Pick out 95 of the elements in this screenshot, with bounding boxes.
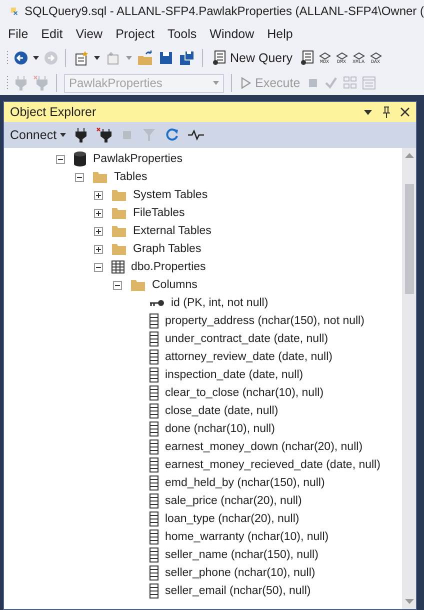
expander-icon[interactable] <box>56 154 65 164</box>
cube-icon <box>352 52 365 60</box>
column-icon <box>149 367 159 383</box>
document-icon <box>212 50 226 66</box>
column-icon <box>149 457 159 473</box>
back-icon[interactable] <box>14 51 28 65</box>
cube-icon <box>370 52 382 60</box>
scrollbar[interactable] <box>402 148 416 609</box>
expander-icon[interactable] <box>94 208 103 218</box>
tree-item[interactable]: property_address (nchar(150), not null) <box>165 315 364 327</box>
close-icon[interactable] <box>400 107 410 117</box>
column-icon <box>149 331 159 347</box>
activity-icon[interactable] <box>188 129 204 141</box>
caret-icon <box>60 133 66 137</box>
plug-icon[interactable] <box>74 127 87 143</box>
connect-button[interactable]: Connect <box>10 128 66 142</box>
tree-item[interactable]: id (PK, int, not null) <box>171 297 268 309</box>
tree-item[interactable]: sale_price (nchar(20), null) <box>165 495 302 507</box>
tree-item[interactable]: clear_to_close (nchar(10), null) <box>165 387 324 399</box>
tree-item[interactable]: done (nchar(10), null) <box>165 423 275 435</box>
column-icon <box>149 475 159 491</box>
column-icon <box>149 493 159 509</box>
column-icon <box>149 565 159 581</box>
tree-item[interactable]: seller_email (nchar(50), null) <box>165 585 311 597</box>
tree-item[interactable]: under_contract_date (date, null) <box>165 333 328 345</box>
menu-item[interactable]: Project <box>112 26 164 40</box>
play-icon <box>241 77 251 89</box>
expander-icon[interactable] <box>94 244 103 254</box>
tree-item[interactable]: dbo.Properties <box>131 261 206 273</box>
column-icon <box>149 439 159 455</box>
caret-icon[interactable] <box>33 56 39 60</box>
tree-item[interactable]: loan_type (nchar(20), null) <box>165 513 300 525</box>
tree-item[interactable]: External Tables <box>133 225 212 237</box>
column-icon <box>149 547 159 563</box>
document-icon[interactable] <box>300 50 314 66</box>
menu-item[interactable]: View <box>72 26 112 40</box>
expander-icon[interactable] <box>94 190 103 200</box>
table-icon <box>111 260 125 274</box>
tree-item[interactable]: attorney_review_date (date, null) <box>165 351 332 363</box>
tree-item[interactable]: home_warranty (nchar(10), null) <box>165 531 329 543</box>
tree-item[interactable]: seller_phone (nchar(10), null) <box>165 567 316 579</box>
tree-item[interactable]: emd_held_by (nchar(150), null) <box>165 477 325 489</box>
cube-icon <box>318 52 331 60</box>
database-icon <box>73 151 87 167</box>
tree-item[interactable]: earnest_money_recieved_date (date, null) <box>165 459 380 471</box>
column-icon <box>149 403 159 419</box>
save-all-icon[interactable] <box>179 50 195 66</box>
open-folder-icon[interactable] <box>137 50 153 66</box>
folder-icon <box>130 278 146 292</box>
window-title: SQLQuery9.sql - ALLANL-SFP4.PawlakProperties (ALLANL-SFP4\Owner ( <box>24 4 424 18</box>
menu-item[interactable]: Window <box>206 26 264 40</box>
tree-item[interactable]: close_date (date, null) <box>165 405 278 417</box>
new-project-icon[interactable] <box>73 50 89 66</box>
pin-icon[interactable] <box>381 106 391 118</box>
caret-icon <box>213 81 219 85</box>
expander-icon[interactable] <box>94 226 103 236</box>
save-icon[interactable] <box>158 50 174 66</box>
caret-icon[interactable] <box>94 56 100 60</box>
column-icon <box>149 313 159 329</box>
tree-item[interactable]: earnest_money_down (nchar(20), null) <box>165 441 363 453</box>
tree-item[interactable]: seller_name (nchar(150), null) <box>165 549 318 561</box>
scroll-thumb[interactable] <box>404 184 414 294</box>
menu-item[interactable]: Edit <box>37 26 72 40</box>
menu-item[interactable]: Tools <box>163 26 206 40</box>
folder-icon <box>111 206 127 220</box>
panel-title: Object Explorer <box>10 105 98 119</box>
expander-icon[interactable] <box>113 280 122 290</box>
folder-icon <box>111 188 127 202</box>
column-icon <box>149 349 159 365</box>
tree-item[interactable]: PawlakProperties <box>93 153 182 165</box>
key-icon <box>149 298 165 308</box>
tree-item[interactable]: Graph Tables <box>133 243 202 255</box>
caret-icon[interactable] <box>364 110 372 114</box>
tree-item[interactable]: System Tables <box>133 189 208 201</box>
menu-item[interactable]: Help <box>263 26 302 40</box>
folder-icon <box>92 170 108 184</box>
folder-icon <box>111 224 127 238</box>
column-icon <box>149 511 159 527</box>
refresh-icon[interactable] <box>164 128 179 142</box>
new-query-button[interactable]: New Query <box>210 50 295 66</box>
checkmark-icon[interactable] <box>324 76 338 90</box>
column-icon <box>149 529 159 545</box>
tree-item[interactable]: Columns <box>152 279 198 291</box>
tree-item[interactable]: Tables <box>114 171 148 183</box>
column-icon <box>149 421 159 437</box>
cube-icon <box>336 52 348 60</box>
plug-icon[interactable] <box>96 127 112 143</box>
expander-icon[interactable] <box>75 172 84 182</box>
expander-icon[interactable] <box>94 262 103 272</box>
tree-item[interactable]: FileTables <box>133 207 185 219</box>
folder-icon <box>111 242 127 256</box>
column-icon <box>149 583 159 599</box>
column-icon <box>149 385 159 401</box>
menu-item[interactable]: File <box>4 26 38 40</box>
tree-item[interactable]: inspection_date (date, null) <box>165 369 304 381</box>
